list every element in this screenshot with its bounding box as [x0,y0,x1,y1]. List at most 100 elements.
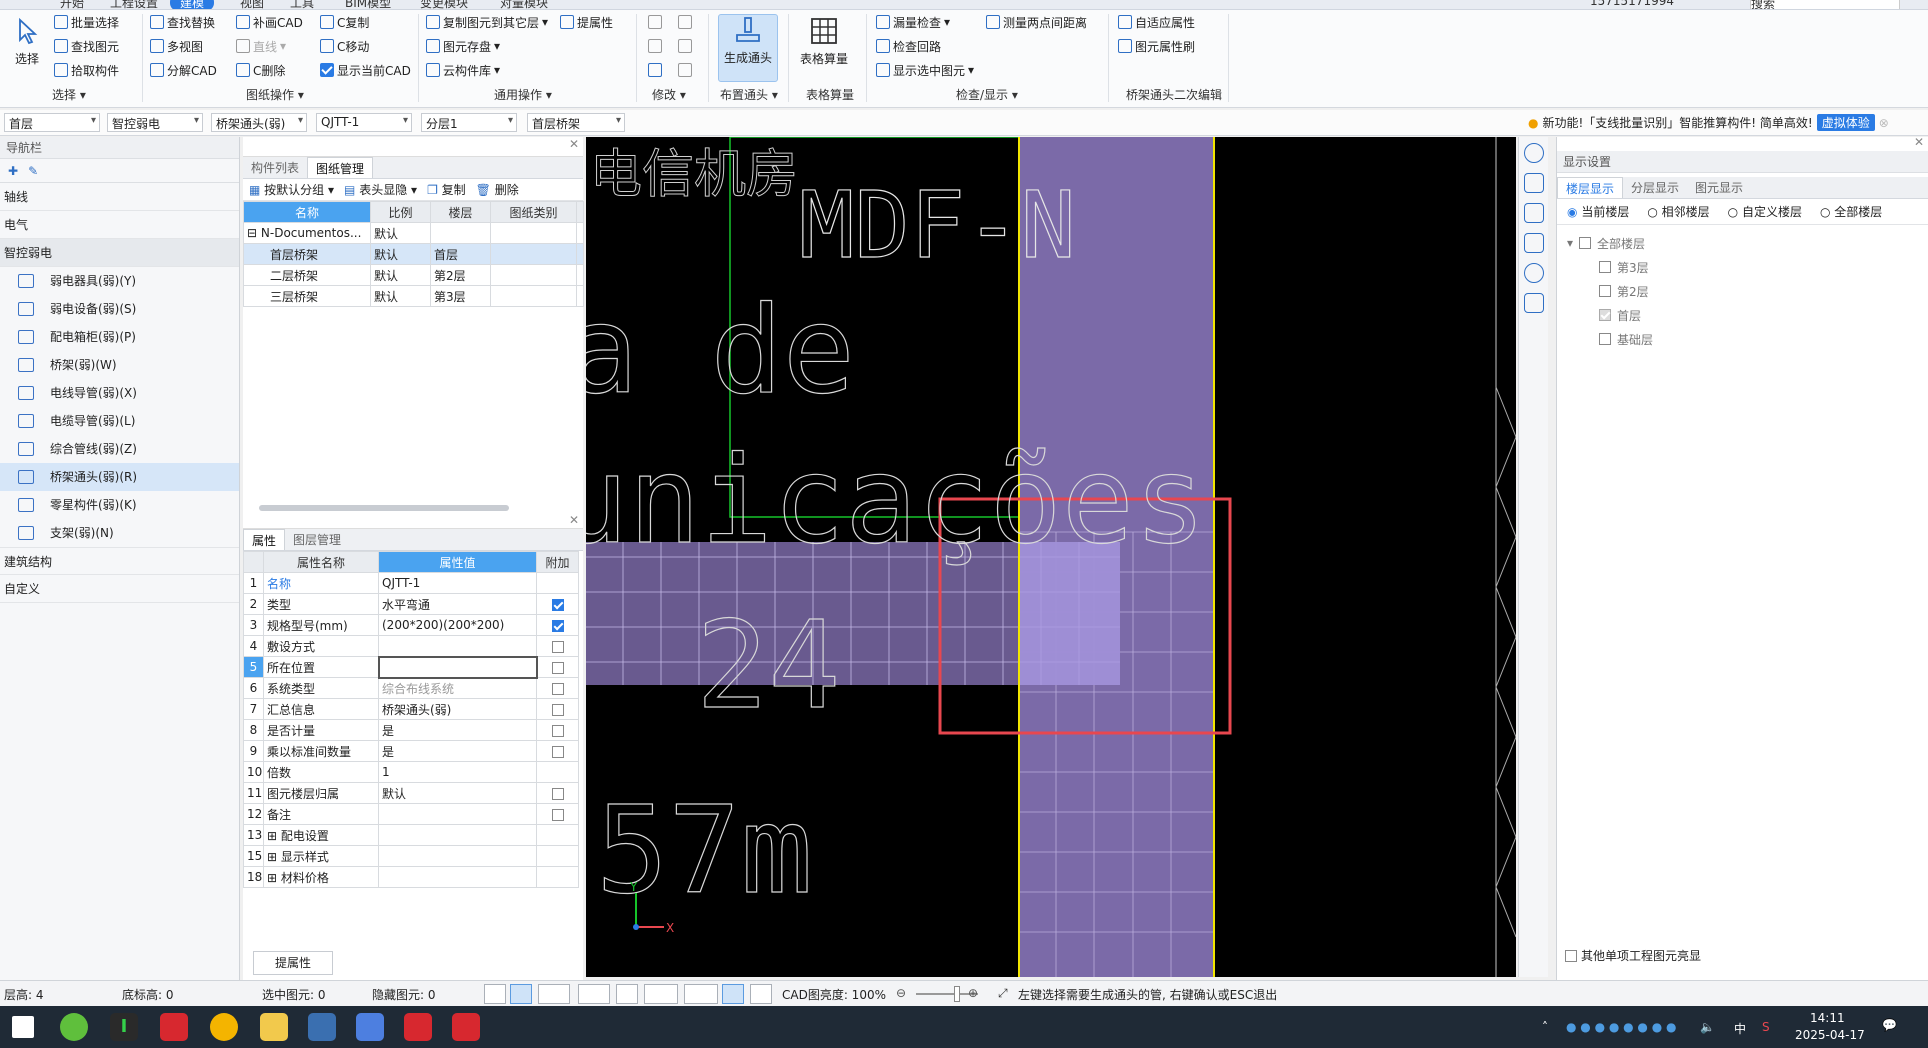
col-header-name[interactable]: 名称 [243,201,371,223]
copy-to-floor-button[interactable]: 复制图元到其它层 ▾ [426,12,548,32]
radio-custom-floor[interactable]: ○ 自定义楼层 [1728,203,1802,220]
wps-icon-2[interactable] [404,1013,432,1041]
tab-layer-display[interactable]: 分层显示 [1623,177,1687,198]
table-row[interactable]: ⊟ N-Documentos... 默认 [243,222,584,244]
tab-start[interactable]: 开始 [60,0,84,9]
property-row[interactable]: 18 ⊞ 材料价格 [243,866,579,888]
tab-tools[interactable]: 工具 [290,0,314,9]
nav-item[interactable]: 综合管线(弱)(Z) [0,435,239,463]
modify-rotate-button[interactable] [678,60,692,80]
checkbox-checked-icon[interactable] [551,619,564,632]
ide-icon[interactable]: I [110,1013,138,1041]
multi-view-button[interactable]: 多视图 [150,36,203,56]
extract-attr-button[interactable]: 提属性 [560,12,613,32]
close-icon[interactable]: ✕ [1914,135,1924,149]
group-default-button[interactable]: ▦ 按默认分组 ▾ [249,181,334,198]
rect-select-icon[interactable] [538,984,570,1004]
nav-category-axis[interactable]: 轴线 [0,183,239,211]
modify-delete-button[interactable] [648,60,662,80]
batch-select-button[interactable]: 批量选择 [54,12,119,32]
pen-icon[interactable] [750,984,772,1004]
tab-change-module[interactable]: 变更模块 [420,0,468,9]
c-copy-button[interactable]: C复制 [320,12,369,32]
copy-drawing-button[interactable]: ❐ 复制 [427,181,466,198]
browser-icon[interactable] [60,1013,88,1041]
virtual-experience-button[interactable]: 虚拟体验 [1816,114,1875,131]
modify-mirror-button[interactable] [678,36,692,56]
nav-item[interactable]: 支架(弱)(N) [0,519,239,547]
brightness-minus-icon[interactable]: ⊖ [896,986,906,1000]
tab-layer-manage[interactable]: 图层管理 [285,529,349,550]
property-row[interactable]: 4 敷设方式 [243,635,579,657]
component-select[interactable]: QJTT-1 [316,113,412,132]
property-row[interactable]: 10 倍数 1 [243,761,579,783]
top-view-icon[interactable] [1523,203,1544,223]
cross-icon[interactable] [616,984,638,1004]
delete-drawing-button[interactable]: 🗑 删除 [476,181,519,198]
checkbox-icon[interactable] [551,745,564,758]
close-icon[interactable]: ✕ [569,513,579,527]
table-row[interactable]: 三层桥架 默认 第3层 [243,285,584,307]
cad-drawing[interactable]: 电信机房 MDF-N a de unicações 24 57m Y X [586,137,1516,977]
measure-distance-button[interactable]: 测量两点间距离 [986,12,1087,32]
checkbox-icon[interactable] [551,682,564,695]
nav-category-building[interactable]: 建筑结构 [0,547,239,575]
leak-check-button[interactable]: 漏量检查 ▾ [876,12,950,32]
other-projects-highlight-checkbox[interactable]: 其他单项工程图元亮显 [1565,947,1701,964]
tab-properties[interactable]: 属性 [243,529,286,550]
nav-edit-icon[interactable]: ✎ [28,164,38,178]
check-loop-button[interactable]: 检查回路 [876,36,941,56]
tab-view[interactable]: 视图 [240,0,264,9]
table-row[interactable]: 首层桥架 默认 首层 [243,243,584,265]
checkbox-icon[interactable] [551,703,564,716]
tab-floor-display[interactable]: 楼层显示 [1557,177,1624,198]
table-row[interactable]: 二层桥架 默认 第2层 [243,264,584,286]
cad-app-icon[interactable] [308,1013,336,1041]
straight-line-button[interactable]: 直线 ▾ [236,36,286,56]
close-notice-icon[interactable]: ⊗ [1879,116,1889,130]
tree-root[interactable]: ▾ 全部楼层 [1567,231,1928,255]
generate-tee-button[interactable]: 生成通头 [718,14,778,82]
show-selected-button[interactable]: 显示选中图元 ▾ [876,60,974,80]
tab-element-display[interactable]: 图元显示 [1687,177,1751,198]
drawing-select[interactable]: 首层桥架 [527,113,625,132]
floor-select[interactable]: 首层 [4,113,100,132]
layer-select[interactable]: 分层1 [421,113,517,132]
nav-item[interactable]: 零星构件(弱)(K) [0,491,239,519]
checkbox-icon[interactable] [551,661,564,674]
notification-icon[interactable]: 💬 [1882,1018,1897,1032]
3d-box-icon[interactable] [578,984,610,1004]
nav-category-custom[interactable]: 自定义 [0,575,239,603]
modify-cut-button[interactable] [678,12,692,32]
tab-drawing-manage[interactable]: 图纸管理 [307,157,374,178]
file-explorer-icon[interactable] [260,1013,288,1041]
app-sun-icon[interactable] [210,1013,238,1041]
decompose-cad-button[interactable]: 分解CAD [150,60,217,80]
nav-item[interactable]: 桥架(弱)(W) [0,351,239,379]
nav-item[interactable]: 电线导管(弱)(X) [0,379,239,407]
nav-item[interactable]: 弱电器具(弱)(Y) [0,267,239,295]
tray-sogou-icon[interactable]: S [1762,1020,1770,1034]
user-account[interactable]: 15715171994 [1590,0,1674,8]
radio-adjacent-floor[interactable]: ○ 相邻楼层 [1647,203,1709,220]
radio-current-floor[interactable]: ◉ 当前楼层 [1567,203,1629,220]
floor-checkbox-item[interactable]: 第3层 [1567,255,1928,279]
col-header-floor[interactable]: 楼层 [430,201,491,223]
box-view-icon[interactable] [1523,233,1544,253]
modify-copy-button[interactable] [648,12,662,32]
nav-category-weak-current[interactable]: 智控弱电 [0,239,239,267]
c-delete-button[interactable]: C删除 [236,60,285,80]
patch-cad-button[interactable]: 补画CAD [236,12,303,32]
property-row[interactable]: 7 汇总信息 桥架通头(弱) [243,698,579,720]
rotate-view-icon[interactable] [1523,263,1544,283]
element-brush-button[interactable]: 图元属性刷 [1118,36,1195,56]
tab-compare-module[interactable]: 对量模块 [500,0,548,9]
wps-icon-3[interactable] [452,1013,480,1041]
expand-plus-icon[interactable]: ⊞ [267,829,277,843]
clock-time[interactable]: 14:11 [1810,1011,1845,1025]
checkbox-icon[interactable] [1579,237,1592,249]
floor-checkbox-item[interactable]: 基础层 [1567,327,1928,351]
col-header-category[interactable]: 图纸类别 [490,201,577,223]
extract-attr-bottom-button[interactable]: 提属性 [253,951,333,975]
nav-category-electrical[interactable]: 电气 [0,211,239,239]
